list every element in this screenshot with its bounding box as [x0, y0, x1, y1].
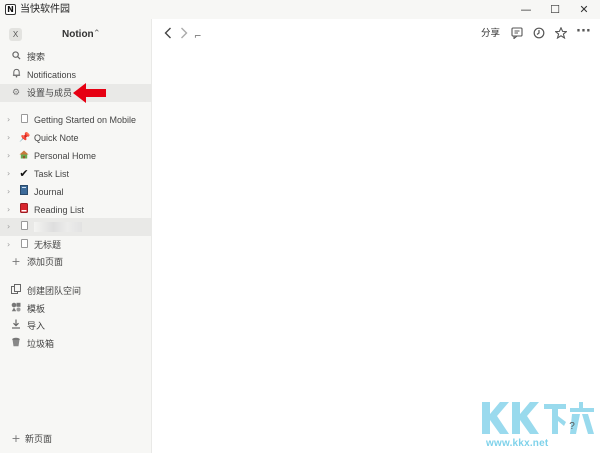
- search-icon: [11, 48, 21, 66]
- import-icon: [11, 317, 21, 335]
- sidebar-item-create-teamspace[interactable]: 创建团队空间: [0, 282, 152, 300]
- share-button[interactable]: 分享: [481, 27, 500, 41]
- notebook-icon: [19, 183, 29, 201]
- sidebar-item-label: 垃圾箱: [27, 339, 55, 349]
- red-book-icon: [19, 201, 29, 219]
- chevron-right-icon[interactable]: ›: [7, 129, 10, 147]
- sidebar-item-label: 搜索: [27, 52, 46, 62]
- history-clock-icon[interactable]: [533, 27, 545, 42]
- chevron-right-icon[interactable]: ›: [7, 165, 10, 183]
- page-label: 无标题: [34, 240, 62, 250]
- page-label: Getting Started on Mobile: [34, 115, 137, 125]
- back-arrow-icon[interactable]: [164, 27, 172, 42]
- workspace-name[interactable]: Notion: [62, 28, 94, 41]
- new-page-label: 新页面: [25, 434, 53, 444]
- teamspace-icon: [11, 282, 21, 300]
- sidebar-page-quick-note[interactable]: › 📌 Quick Note: [0, 129, 152, 147]
- templates-icon: [11, 300, 21, 318]
- sidebar-page-getting-started[interactable]: › Getting Started on Mobile: [0, 111, 152, 129]
- sidebar-item-import[interactable]: 导入: [0, 317, 152, 335]
- sidebar-item-label: Notifications: [27, 70, 77, 80]
- gear-icon: ⚙: [11, 88, 21, 98]
- sidebar-page-task-list[interactable]: › ✔ Task List: [0, 165, 152, 183]
- chevron-right-icon[interactable]: ›: [7, 236, 10, 254]
- chevron-updown-icon[interactable]: ⌃: [93, 28, 101, 41]
- more-options-icon[interactable]: ···: [576, 25, 591, 39]
- kkx-watermark-logo: [482, 402, 594, 434]
- chevron-right-icon[interactable]: ›: [7, 111, 10, 129]
- favorite-star-icon[interactable]: [554, 26, 568, 42]
- sidebar-page-journal[interactable]: › Journal: [0, 183, 152, 201]
- sidebar-page-blurred[interactable]: ›: [0, 218, 152, 236]
- chevron-right-icon[interactable]: ›: [7, 201, 10, 219]
- chevron-right-icon[interactable]: ›: [7, 147, 10, 165]
- sidebar-item-search[interactable]: 搜索: [0, 48, 152, 66]
- page-label: Journal: [34, 187, 64, 197]
- sidebar-item-templates[interactable]: 模板: [0, 300, 152, 318]
- chevron-right-icon[interactable]: ›: [7, 218, 10, 236]
- new-page-button[interactable]: + 新页面: [0, 430, 152, 448]
- sidebar-item-label: 模板: [27, 304, 46, 314]
- notion-app-icon: N: [5, 4, 16, 15]
- sidebar-page-untitled[interactable]: › 无标题: [0, 236, 152, 254]
- sidebar-item-label: 设置与成员: [27, 88, 73, 98]
- house-icon: [19, 147, 29, 165]
- maximize-button[interactable]: ☐: [541, 0, 569, 19]
- sidebar-item-label: 导入: [27, 321, 46, 331]
- trash-icon: [11, 335, 21, 353]
- page-label: Quick Note: [34, 133, 79, 143]
- pushpin-icon: 📌: [19, 133, 31, 143]
- document-icon: [19, 218, 29, 236]
- sidebar-page-reading-list[interactable]: › Reading List: [0, 201, 152, 219]
- workspace-badge[interactable]: X: [9, 28, 22, 41]
- page-label: Personal Home: [34, 151, 97, 161]
- red-arrow-annotation: [73, 83, 106, 103]
- plus-icon: +: [11, 255, 21, 268]
- page-loading-icon: ⌐: [194, 32, 202, 42]
- watermark-url: www.kkx.net: [486, 438, 549, 449]
- page-label: Task List: [34, 169, 70, 179]
- sidebar-item-trash[interactable]: 垃圾箱: [0, 335, 152, 353]
- window-titlebar: N 当快软件园 — ☐ ✕: [0, 0, 600, 19]
- window-title: 当快软件园: [20, 4, 70, 15]
- plus-icon: +: [11, 432, 21, 445]
- add-page-label: 添加页面: [27, 257, 64, 267]
- comment-icon[interactable]: [511, 27, 523, 42]
- close-window-button[interactable]: ✕: [570, 0, 598, 19]
- page-label: Reading List: [34, 205, 85, 215]
- minimize-button[interactable]: —: [512, 0, 540, 19]
- bell-icon: [11, 66, 21, 84]
- forward-arrow-icon[interactable]: [180, 27, 188, 42]
- blurred-page-title: [34, 222, 82, 232]
- sidebar-item-label: 创建团队空间: [27, 286, 82, 296]
- document-icon: [19, 236, 29, 254]
- sidebar-page-personal-home[interactable]: › Personal Home: [0, 147, 152, 165]
- add-page-button[interactable]: + 添加页面: [0, 253, 152, 271]
- document-icon: [19, 111, 29, 129]
- chevron-right-icon[interactable]: ›: [7, 183, 10, 201]
- checkmark-icon: ✔: [19, 167, 29, 180]
- help-button[interactable]: ?: [566, 421, 578, 433]
